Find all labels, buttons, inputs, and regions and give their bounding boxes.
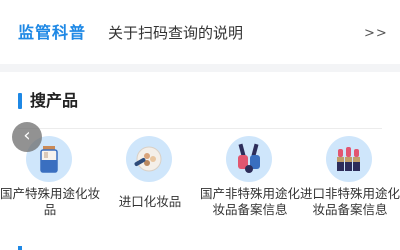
category-domestic-special[interactable]: 国产特殊用途化妆品 [0, 134, 100, 224]
page: 监管科普 关于扫码查询的说明 >> 搜产品 国产特殊用途化妆品 进口化妆品 国产… [0, 0, 400, 250]
product-category-list: 国产特殊用途化妆品 进口化妆品 国产非特殊用途化妆品备案信息 进口非特殊用途化妆… [0, 134, 400, 224]
search-products-card: 搜产品 国产特殊用途化妆品 进口化妆品 国产非特殊用途化妆品备案信息 进口非特殊… [0, 72, 400, 250]
section-accent-bar [18, 93, 22, 109]
category-label: 进口非特殊用途化妆品备案信息 [299, 186, 400, 217]
notice-more-link[interactable]: >> [364, 23, 388, 45]
notice-brand: 监管科普 [18, 23, 87, 42]
category-imported[interactable]: 进口化妆品 [100, 134, 200, 224]
category-label: 国产非特殊用途化妆品备案信息 [199, 186, 300, 217]
carousel-prev-button[interactable]: ‹ [12, 122, 42, 152]
category-label: 进口化妆品 [118, 194, 182, 209]
section-title: 搜产品 [30, 91, 79, 110]
notice-bar[interactable]: 监管科普 关于扫码查询的说明 >> [0, 0, 400, 64]
lipstick-icon [326, 136, 372, 182]
nail-polish-icon [226, 136, 272, 182]
divider [18, 128, 382, 129]
notice-text[interactable]: 关于扫码查询的说明 [108, 22, 243, 44]
category-imported-nonspecial[interactable]: 进口非特殊用途化妆品备案信息 [300, 134, 400, 224]
makeup-palette-icon [126, 136, 172, 182]
category-domestic-nonspecial[interactable]: 国产非特殊用途化妆品备案信息 [200, 134, 300, 224]
category-label: 国产特殊用途化妆品 [0, 186, 100, 217]
next-section-accent-bar [18, 246, 22, 250]
